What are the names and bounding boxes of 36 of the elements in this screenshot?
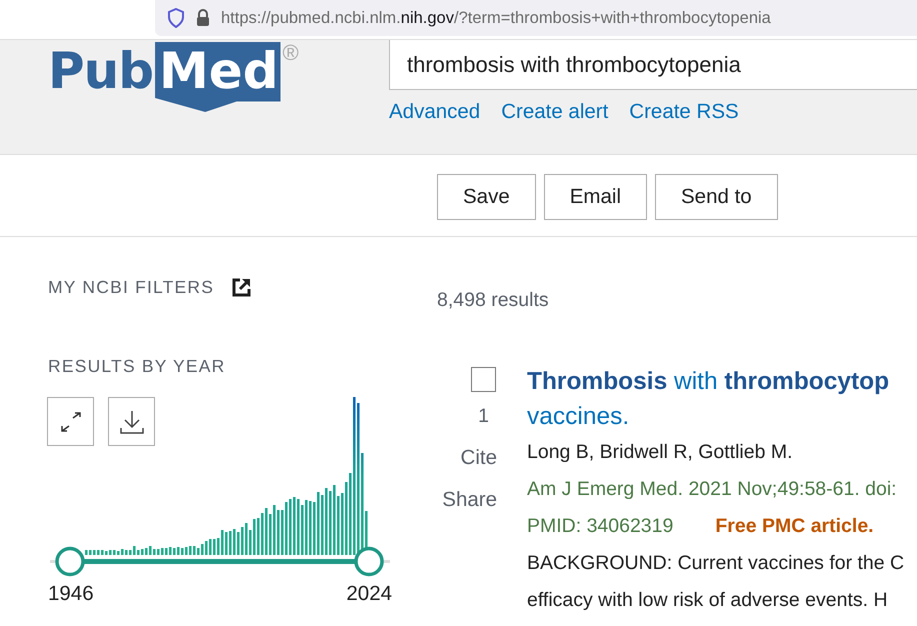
range-handle[interactable] [55, 546, 85, 576]
article-title-link[interactable]: Thrombosis with thrombocytop vaccines. [527, 364, 904, 434]
search-link[interactable]: Create RSS [629, 100, 739, 124]
year-range-slider[interactable] [50, 546, 390, 576]
action-button[interactable]: Send to [655, 174, 778, 220]
search-link[interactable]: Advanced [389, 100, 480, 124]
download-icon [120, 410, 144, 434]
start-year: 1946 [48, 582, 94, 606]
lock-icon[interactable] [195, 8, 211, 28]
action-button[interactable]: Save [437, 174, 536, 220]
expand-icon [60, 412, 82, 432]
result-action-link[interactable]: Cite [460, 446, 497, 470]
article-authors: Long B, Bridwell R, Gottlieb M. [527, 440, 794, 465]
timeline-heading: RESULTS BY YEAR [48, 356, 227, 377]
abstract-snippet-line: BACKGROUND: Current vaccines for the C [527, 551, 904, 576]
expand-button[interactable] [47, 397, 94, 446]
pubmed-logo[interactable]: Pub Med® [0, 40, 389, 110]
search-link[interactable]: Create alert [501, 100, 608, 124]
result-number: 1 [478, 405, 489, 428]
filters-heading: MY NCBI FILTERS [48, 277, 214, 298]
article-pmid: PMID: 34062319 [527, 515, 674, 537]
url-text: https://pubmed.ncbi.nlm.nih.gov/?term=thrombosis+with+thrombocytopenia [221, 8, 771, 28]
shield-icon[interactable] [167, 8, 185, 28]
result-checkbox[interactable] [471, 367, 496, 392]
external-link-icon[interactable] [232, 278, 252, 297]
article-citation: Am J Emerg Med. 2021 Nov;49:58-61. doi: [527, 477, 898, 502]
free-article-label: Free PMC article. [715, 515, 874, 537]
range-handle[interactable] [354, 546, 384, 576]
search-field[interactable]: thrombosis with thrombocytopenia [389, 40, 917, 90]
end-year: 2024 [346, 582, 392, 606]
result-action-link[interactable]: Share [442, 488, 497, 512]
action-button[interactable]: Email [544, 174, 647, 220]
result-count: 8,498 results [437, 289, 550, 312]
download-button[interactable] [108, 397, 155, 446]
address-bar[interactable]: https://pubmed.ncbi.nlm.nih.gov/?term=thrombosis+with+thrombocytopenia [155, 0, 917, 36]
abstract-snippet-line: efficacy with low risk of adverse events. H [527, 588, 889, 613]
